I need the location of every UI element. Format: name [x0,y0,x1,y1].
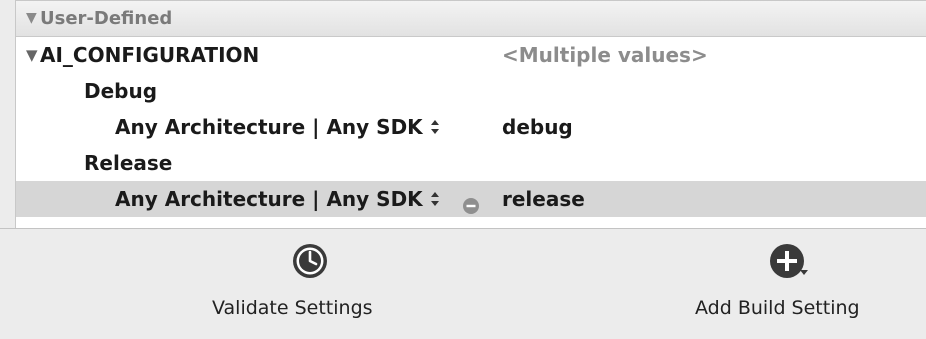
validate-settings-button[interactable]: Validate Settings [195,229,425,339]
condition-label-debug[interactable]: Any Architecture | Any SDK [115,109,440,145]
setting-name: AI_CONFIGURATION [40,43,260,67]
validate-settings-label: Validate Settings [212,297,373,319]
add-build-setting-label: Add Build Setting [695,297,860,319]
build-settings-table: ▼ User-Defined ▼ AI_CONFIGURATION <Multi… [15,0,926,228]
condition-text: Any Architecture | Any SDK [115,187,423,211]
up-down-stepper-icon[interactable] [430,188,440,210]
config-row-debug[interactable]: Debug [16,73,926,109]
condition-row-debug[interactable]: Any Architecture | Any SDK debug [16,109,926,145]
condition-row-release[interactable]: Any Architecture | Any SDK release [16,181,926,217]
config-name-debug: Debug [84,79,158,103]
up-down-stepper-icon[interactable] [430,116,440,138]
add-build-setting-button[interactable]: Add Build Setting [680,229,910,339]
plus-circle-icon [769,243,815,279]
condition-text: Any Architecture | Any SDK [115,115,423,139]
minus-circle-icon[interactable] [462,190,480,214]
clock-icon [292,243,328,279]
config-name-release: Release [84,151,173,175]
disclosure-triangle-icon[interactable]: ▼ [26,37,38,73]
config-row-release[interactable]: Release [16,145,926,181]
config-value-release[interactable]: release [502,181,585,217]
setting-value[interactable]: <Multiple values> [502,37,708,73]
group-header-user-defined[interactable]: ▼ User-Defined [16,1,926,37]
build-settings-panel: ▼ User-Defined ▼ AI_CONFIGURATION <Multi… [0,0,926,339]
group-title: User-Defined [40,8,173,29]
bottom-toolbar: Validate Settings Add Build Setting [0,228,926,339]
condition-label-release[interactable]: Any Architecture | Any SDK [115,181,440,217]
setting-row-ai-configuration[interactable]: ▼ AI_CONFIGURATION <Multiple values> [16,37,926,73]
disclosure-triangle-icon[interactable]: ▼ [26,1,37,36]
config-value-debug[interactable]: debug [502,109,573,145]
